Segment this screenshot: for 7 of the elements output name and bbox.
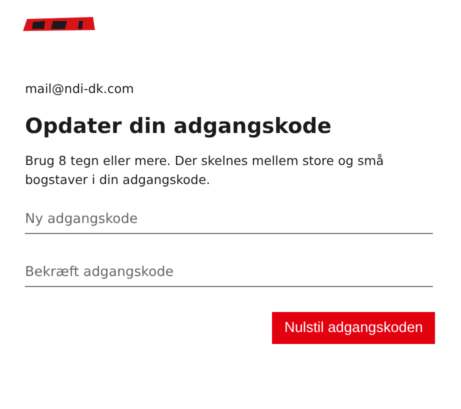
description-text: Brug 8 tegn eller mere. Der skelnes mellem store og små bogstaver i din adgangskode. [25, 152, 385, 189]
password-field[interactable]: Ny adgangskode [25, 205, 433, 234]
account-email: mail@ndi-dk.com [25, 81, 135, 96]
password-field[interactable]: Bekræft adgangskode [25, 258, 433, 287]
reset-password-button[interactable]: Nulstil adgangskoden [272, 312, 435, 344]
logo-icon [23, 16, 95, 32]
page-title: Opdater din adgangskode [25, 113, 333, 140]
